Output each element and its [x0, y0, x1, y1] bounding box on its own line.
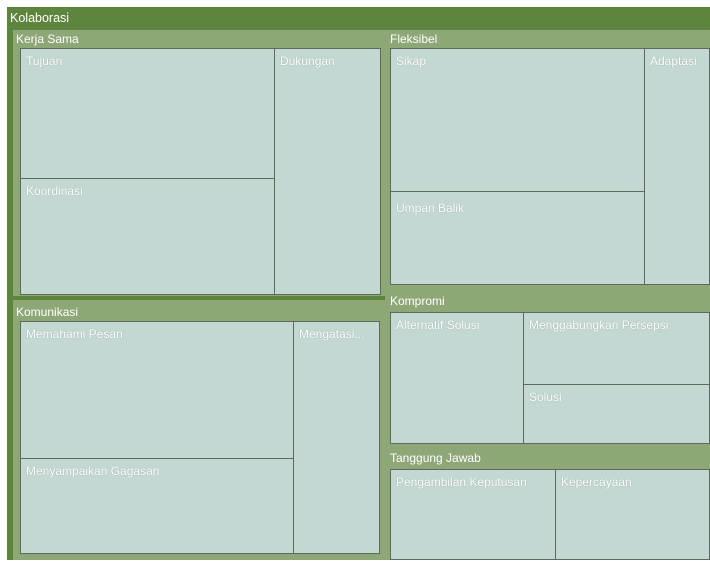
group-label: Tanggung Jawab: [390, 451, 481, 465]
leaf-dukungan[interactable]: Dukungan: [274, 48, 381, 295]
group-fleksibel[interactable]: Fleksibel Sikap Umpan Balik Adaptasi: [385, 30, 710, 292]
leaf-solusi[interactable]: Solusi: [523, 384, 710, 444]
group-label: Komunikasi: [16, 305, 79, 319]
leaf-label: Kepercayaan: [561, 475, 632, 489]
leaf-sikap[interactable]: Sikap: [390, 48, 645, 192]
leaf-alternatif-solusi[interactable]: Alternatif Solusi: [390, 312, 524, 444]
group-label: Fleksibel: [390, 32, 438, 46]
group-komunikasi[interactable]: Komunikasi Memahami Pesan Menyampaikan G…: [13, 300, 385, 560]
leaf-label: Umpan Balik: [396, 201, 465, 215]
leaf-label: Mengatasi...: [299, 327, 365, 341]
leaf-tujuan[interactable]: Tujuan: [20, 48, 275, 179]
group-kerja-sama[interactable]: Kerja Sama Tujuan Koordinasi Dukungan: [13, 30, 385, 296]
group-label: Kerja Sama: [16, 32, 79, 46]
leaf-label: Sikap: [396, 54, 427, 68]
leaf-menyampaikan-gagasan[interactable]: Menyampaikan Gagasan: [20, 458, 294, 554]
leaf-pengambilan-keputusan[interactable]: Pengambilan Keputusan: [390, 469, 556, 560]
group-kompromi[interactable]: Kompromi Alternatif Solusi Menggabungkan…: [385, 292, 710, 449]
leaf-label: Menggabungkan Persepsi: [529, 318, 669, 332]
leaf-adaptasi[interactable]: Adaptasi: [644, 48, 710, 285]
leaf-menggabungkan-persepsi[interactable]: Menggabungkan Persepsi: [523, 312, 710, 385]
leaf-memahami-pesan[interactable]: Memahami Pesan: [20, 321, 294, 459]
leaf-umpan-balik[interactable]: Umpan Balik: [390, 191, 645, 285]
leaf-label: Dukungan: [280, 54, 335, 68]
leaf-label: Koordinasi: [26, 184, 83, 198]
group-tanggung-jawab[interactable]: Tanggung Jawab Pengambilan Keputusan Kep…: [385, 449, 710, 560]
leaf-label: Menyampaikan Gagasan: [26, 464, 160, 478]
leaf-kepercayaan[interactable]: Kepercayaan: [555, 469, 710, 560]
leaf-label: Tujuan: [26, 54, 63, 68]
leaf-label: Alternatif Solusi: [396, 318, 480, 332]
leaf-label: Memahami Pesan: [26, 327, 123, 341]
treemap-title: Kolaborasi: [10, 11, 70, 25]
group-label: Kompromi: [390, 294, 445, 308]
leaf-label: Pengambilan Keputusan: [396, 475, 527, 489]
treemap-chart: Kolaborasi Kerja Sama Tujuan Koordinasi …: [0, 0, 710, 563]
leaf-label: Solusi: [529, 390, 562, 404]
treemap-root: Kolaborasi Kerja Sama Tujuan Koordinasi …: [7, 7, 710, 560]
leaf-label: Adaptasi: [650, 54, 697, 68]
leaf-koordinasi[interactable]: Koordinasi: [20, 178, 275, 295]
leaf-mengatasi[interactable]: Mengatasi...: [293, 321, 380, 554]
